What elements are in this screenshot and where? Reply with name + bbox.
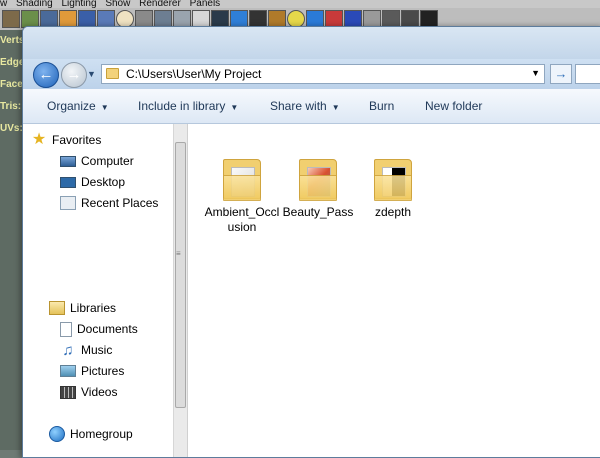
nav-label: Libraries xyxy=(70,301,117,315)
chevron-down-icon: ▼ xyxy=(230,103,239,112)
forward-button[interactable]: → xyxy=(61,62,87,88)
folder-icon xyxy=(370,155,416,201)
nav-label: Recent Places xyxy=(81,196,159,210)
shelf-tool-icon[interactable] xyxy=(2,10,20,28)
navigation-scrollbar[interactable]: ≡ xyxy=(173,124,188,457)
share-with-label: Share with xyxy=(270,99,327,113)
forward-arrow-icon: → xyxy=(66,66,82,83)
nav-homegroup[interactable]: Homegroup xyxy=(49,424,133,444)
nav-favorites[interactable]: ★ Favorites xyxy=(31,130,102,150)
pictures-icon xyxy=(60,365,76,377)
nav-item-recent-places[interactable]: Recent Places xyxy=(60,193,158,213)
navigation-pane: ★ Favorites Computer Desktop Recent Plac… xyxy=(23,124,173,457)
folder-name: Beauty_Pass xyxy=(282,205,354,219)
go-arrow-icon: → xyxy=(554,66,568,81)
nav-item-computer[interactable]: Computer xyxy=(60,151,134,171)
homegroup-icon xyxy=(49,426,65,442)
nav-label: Computer xyxy=(81,154,134,168)
nav-label: Desktop xyxy=(81,175,126,189)
nav-label: Documents xyxy=(77,322,138,336)
menu-item[interactable]: Show xyxy=(105,0,130,8)
chevron-down-icon: ▼ xyxy=(331,103,340,112)
nav-label: Videos xyxy=(81,385,118,399)
burn-button[interactable]: Burn xyxy=(369,99,394,113)
nav-label: Music xyxy=(81,343,113,357)
nav-item-desktop[interactable]: Desktop xyxy=(60,172,125,192)
desktop-icon xyxy=(60,176,76,188)
recent-places-icon xyxy=(60,196,76,210)
include-in-library-button[interactable]: Include in library ▼ xyxy=(138,99,238,113)
documents-icon xyxy=(60,321,72,337)
new-folder-button[interactable]: New folder xyxy=(425,99,482,113)
nav-label: Favorites xyxy=(52,133,102,147)
background-menubar: w Shading Lighting Show Renderer Panels xyxy=(0,0,600,8)
menu-item[interactable]: w xyxy=(0,0,7,8)
address-input[interactable]: C:\Users\User\My Project ▼ xyxy=(101,64,545,84)
folder-icon xyxy=(295,155,341,201)
folder-front-icon xyxy=(299,175,337,201)
include-in-library-label: Include in library xyxy=(138,99,226,113)
star-icon: ★ xyxy=(31,131,47,148)
search-input[interactable] xyxy=(575,64,600,84)
folder-name: zdepth xyxy=(374,205,412,219)
folder-icon xyxy=(106,68,119,79)
nav-label: Homegroup xyxy=(70,427,133,441)
folder-item-zdepth[interactable]: zdepth xyxy=(355,155,431,220)
computer-icon xyxy=(60,155,76,167)
folder-front-icon xyxy=(223,175,261,201)
scrollbar-grip-icon: ≡ xyxy=(176,249,181,258)
menu-item[interactable]: Renderer xyxy=(139,0,181,8)
window-titlebar[interactable] xyxy=(23,27,600,59)
libraries-icon xyxy=(49,301,65,315)
organize-label: Organize xyxy=(47,99,96,113)
address-path: C:\Users\User\My Project xyxy=(126,67,262,81)
folder-item-ambient-occlusion[interactable]: Ambient_Occlusion xyxy=(204,155,280,235)
nav-libraries[interactable]: Libraries xyxy=(49,298,116,318)
nav-item-music[interactable]: ♫ Music xyxy=(60,340,112,360)
command-toolbar: Organize ▼ Include in library ▼ Share with… xyxy=(23,89,600,124)
share-with-button[interactable]: Share with ▼ xyxy=(270,99,340,113)
menu-item[interactable]: Panels xyxy=(190,0,221,8)
folder-name: Ambient_Occlusion xyxy=(204,205,280,234)
chevron-down-icon: ▼ xyxy=(100,103,109,112)
videos-icon xyxy=(60,385,76,399)
folder-icon xyxy=(219,155,265,201)
music-icon: ♫ xyxy=(62,342,74,359)
scrollbar-thumb[interactable] xyxy=(175,142,186,408)
nav-item-videos[interactable]: Videos xyxy=(60,382,117,402)
folder-front-icon xyxy=(374,175,412,201)
back-arrow-icon: ← xyxy=(38,66,54,83)
nav-label: Pictures xyxy=(81,364,125,378)
nav-item-pictures[interactable]: Pictures xyxy=(60,361,124,381)
organize-button[interactable]: Organize ▼ xyxy=(47,99,109,113)
menu-item[interactable]: Lighting xyxy=(62,0,97,8)
history-dropdown-icon[interactable]: ▼ xyxy=(87,69,96,79)
menu-item[interactable]: Shading xyxy=(16,0,53,8)
nav-item-documents[interactable]: Documents xyxy=(60,319,138,339)
explorer-window: ← → ▼ C:\Users\User\My Project ▼ → Organ… xyxy=(22,26,600,458)
chevron-down-icon[interactable]: ▼ xyxy=(531,68,540,78)
refresh-button[interactable]: → xyxy=(550,64,572,84)
back-button[interactable]: ← xyxy=(33,62,59,88)
file-list-pane: Ambient_Occlusion Beauty_Pass zdepth xyxy=(188,124,600,457)
folder-item-beauty-pass[interactable]: Beauty_Pass xyxy=(280,155,356,220)
